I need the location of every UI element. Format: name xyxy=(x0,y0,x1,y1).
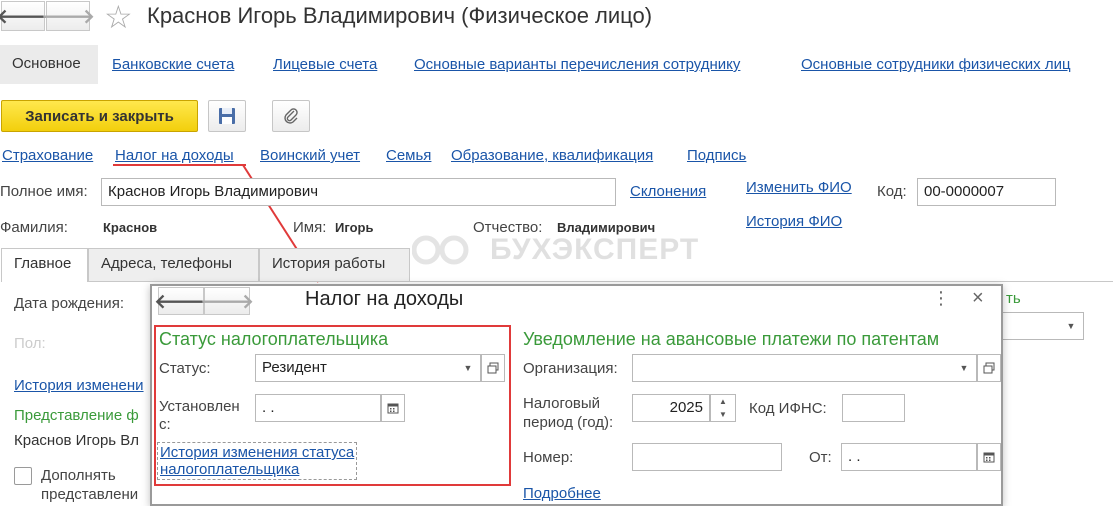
code-field[interactable]: 00-0000007 xyxy=(917,178,1056,206)
status-open-button[interactable] xyxy=(481,354,505,382)
tab-addresses[interactable]: Адреса, телефоны xyxy=(88,248,259,281)
org-select[interactable]: ▼ xyxy=(632,354,977,382)
chevron-down-icon: ▼ xyxy=(1066,321,1076,331)
period-stepper[interactable]: ▲ ▼ xyxy=(710,394,736,422)
from-calendar-button[interactable] xyxy=(977,443,1001,471)
right-select-bg[interactable]: ▼ xyxy=(1003,312,1084,340)
name-label: Имя: xyxy=(293,219,327,236)
tab-main[interactable]: Главное xyxy=(1,248,88,282)
ifns-label: Код ИФНС: xyxy=(749,400,827,417)
dialog-title: Налог на доходы xyxy=(305,288,464,310)
number-label: Номер: xyxy=(523,449,574,466)
period-label-2: период (год): xyxy=(523,414,614,431)
income-tax-dialog: 🡐 🡒 Налог на доходы ⋮ × Статус налогопла… xyxy=(150,284,1003,506)
supplement-label-1: Дополнять xyxy=(41,467,116,484)
tabs-underline xyxy=(88,281,1113,282)
dialog-back-button[interactable]: 🡐 xyxy=(154,287,208,315)
ifns-field[interactable] xyxy=(842,394,905,422)
since-label-2: с: xyxy=(159,416,171,433)
since-date-field[interactable]: . . xyxy=(255,394,381,422)
history-fio-link[interactable]: История ФИО xyxy=(746,213,842,230)
birth-date-label: Дата рождения: xyxy=(14,295,124,312)
stepper-down-icon[interactable]: ▼ xyxy=(711,408,735,421)
org-open-button[interactable] xyxy=(977,354,1001,382)
change-fio-link[interactable]: Изменить ФИО xyxy=(746,179,852,196)
since-label-1: Установлен xyxy=(159,398,240,415)
calendar-icon xyxy=(387,403,399,414)
period-year-value: 2025 xyxy=(669,399,703,416)
open-window-icon xyxy=(487,362,499,374)
calendar-icon xyxy=(983,452,995,463)
period-year-field[interactable]: 2025 xyxy=(632,394,710,422)
representation-value: Краснов Игорь Вл xyxy=(14,432,140,449)
org-label: Организация: xyxy=(523,360,618,377)
right-link-fragment: ть xyxy=(1006,290,1021,307)
full-name-field[interactable]: Краснов Игорь Владимирович xyxy=(101,178,616,206)
declensions-link[interactable]: Склонения xyxy=(630,183,706,200)
code-label: Код: xyxy=(877,183,907,200)
surname-label: Фамилия: xyxy=(0,219,68,236)
status-value: Резидент xyxy=(262,359,327,376)
since-calendar-button[interactable] xyxy=(381,394,405,422)
forward-arrow-icon: 🡒 xyxy=(200,290,254,313)
watermark-text: БУХЭКСПЕРТ xyxy=(490,233,700,266)
supplement-checkbox[interactable] xyxy=(14,467,32,485)
status-history-link[interactable]: История изменения статуса налогоплательщ… xyxy=(157,442,358,480)
surname-value: Краснов xyxy=(103,220,158,235)
chevron-down-icon: ▼ xyxy=(463,363,473,373)
status-history-link-line2[interactable]: налогоплательщика xyxy=(160,461,354,478)
watermark-logo: БУХЭКСПЕРТ xyxy=(412,233,712,267)
dialog-close-icon[interactable]: × xyxy=(972,287,984,310)
number-field[interactable] xyxy=(632,443,782,471)
gender-label: Пол: xyxy=(14,335,46,352)
full-name-label: Полное имя: xyxy=(0,183,88,200)
supplement-label-2: представлени xyxy=(41,486,139,503)
open-window-icon xyxy=(983,362,995,374)
dialog-forward-button[interactable]: 🡒 xyxy=(200,287,254,315)
watermark-circles-icon xyxy=(412,235,469,265)
patent-header: Уведомление на авансовые платежи по пате… xyxy=(523,329,940,349)
status-label: Статус: xyxy=(159,360,211,377)
dialog-menu-icon[interactable]: ⋮ xyxy=(932,288,950,309)
more-details-link[interactable]: Подробнее xyxy=(523,485,601,502)
from-date-field[interactable]: . . xyxy=(841,443,977,471)
status-select[interactable]: Резидент ▼ xyxy=(255,354,481,382)
name-value: Игорь xyxy=(335,220,374,235)
tab-work-history[interactable]: История работы xyxy=(259,248,410,281)
taxpayer-status-header: Статус налогоплательщика xyxy=(159,329,389,349)
from-label: От: xyxy=(809,449,832,466)
representation-header: Представление ф xyxy=(14,407,139,424)
status-history-link-line1[interactable]: История изменения статуса xyxy=(160,444,354,461)
period-label-1: Налоговый xyxy=(523,395,601,412)
chevron-down-icon: ▼ xyxy=(959,363,969,373)
status-history-link-bg[interactable]: История изменени xyxy=(14,377,150,394)
stepper-up-icon[interactable]: ▲ xyxy=(711,395,735,408)
